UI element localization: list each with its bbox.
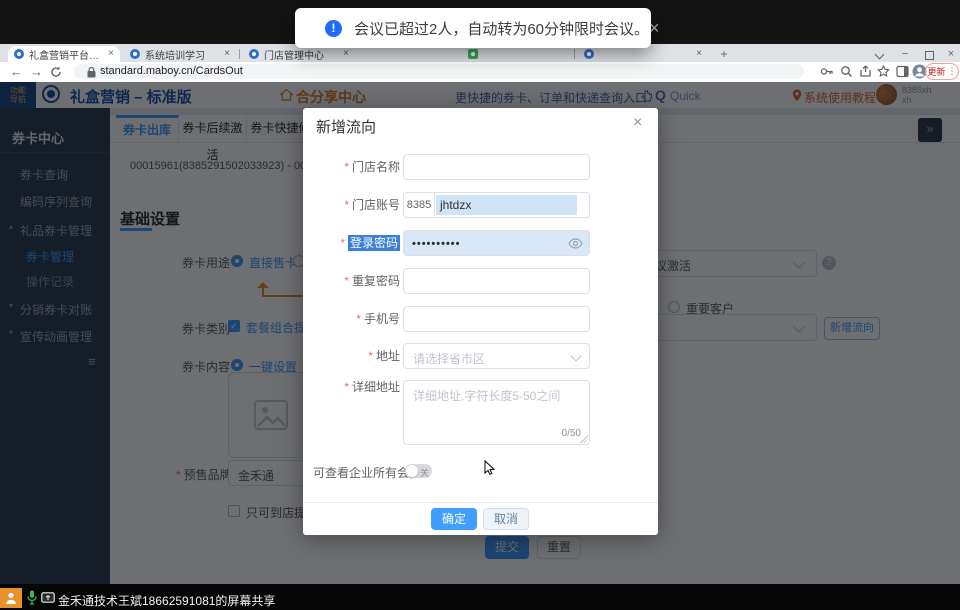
tab-title: 门店管理中心 (264, 47, 337, 62)
required-mark: * (344, 160, 349, 174)
tab-search-chevron-icon[interactable] (875, 50, 885, 60)
person-icon (4, 591, 18, 605)
tab-favicon (468, 49, 478, 59)
password-label: 登录密码 (348, 235, 400, 251)
mouse-cursor (484, 460, 495, 476)
required-mark: * (340, 236, 345, 250)
eye-icon[interactable] (568, 238, 583, 249)
chevron-down-icon (570, 350, 581, 361)
resize-grip[interactable] (580, 435, 588, 443)
update-label: 更新 (927, 65, 945, 78)
required-mark: * (368, 349, 373, 363)
screen: 礼盒营销平台管理中心 × 系统培训学习 × 门店管理中心 × (0, 0, 960, 610)
bookmark-star-icon[interactable] (877, 65, 890, 78)
confirm-button[interactable]: 确定 (431, 508, 477, 530)
toggle-state: 关 (420, 466, 429, 479)
tab-title: 礼盒营销平台管理中心 (29, 47, 102, 62)
url-text[interactable]: standard.maboy.cn/CardsOut (100, 65, 243, 77)
tab-favicon (14, 49, 24, 59)
browser-tab-3[interactable]: 门店管理中心 × (243, 46, 355, 62)
toast-close-icon[interactable]: × (649, 19, 660, 37)
tab-favicon (584, 49, 594, 59)
required-mark: * (344, 380, 349, 394)
store-name-label: 门店名称 (352, 160, 400, 174)
tab-title: 系统培训学习 (145, 47, 218, 62)
side-panel-icon[interactable] (896, 65, 909, 78)
tab-close-icon[interactable]: × (108, 49, 114, 59)
chrome-menu-icon[interactable]: ⋮ (948, 66, 957, 77)
phone-input[interactable] (403, 306, 590, 332)
cancel-button[interactable]: 取消 (483, 508, 529, 530)
presenter-badge (0, 588, 22, 608)
new-tab-button[interactable]: + (718, 48, 730, 60)
modal-title: 新增流向 (316, 116, 376, 137)
browser-tab-2[interactable]: 系统培训学习 × (124, 46, 236, 62)
address-select[interactable]: 请选择省市区 (403, 343, 590, 369)
meeting-toast: ! 会议已超过2人，自动转为60分钟限时会议。 × (295, 8, 651, 48)
required-mark: * (344, 274, 349, 288)
forward-icon[interactable] (30, 64, 43, 79)
lock-icon (87, 67, 96, 78)
detail-address-label: 详细地址 (352, 380, 400, 394)
browser-tab-1[interactable]: 礼盒营销平台管理中心 × (8, 46, 120, 62)
password-key-icon[interactable] (820, 65, 833, 78)
browser-tab-5[interactable]: × (578, 46, 708, 62)
reload-icon[interactable] (50, 66, 62, 78)
window-minimize-button[interactable] (898, 47, 912, 61)
tab-separator (239, 49, 240, 59)
required-mark: * (344, 198, 349, 212)
detail-address-textarea[interactable]: 详细地址,字符长度5-50之间 0/50 (403, 380, 590, 445)
toast-message: 会议已超过2人，自动转为60分钟限时会议。 (354, 18, 649, 39)
browser-window: 礼盒营销平台管理中心 × 系统培训学习 × 门店管理中心 × (0, 44, 960, 584)
window-maximize-button[interactable] (925, 51, 934, 60)
account-prefix: 8385 (404, 193, 435, 217)
browser-urlbar: standard.maboy.cn/CardsOut (0, 62, 960, 83)
screen-share-icon (41, 592, 55, 603)
account-label: 门店账号 (352, 198, 400, 212)
member-toggle-switch[interactable]: 关 (405, 464, 432, 478)
share-icon[interactable] (859, 65, 872, 78)
detail-address-placeholder: 详细地址,字符长度5-50之间 (413, 387, 560, 404)
address-label: 地址 (376, 349, 400, 363)
address-placeholder: 请选择省市区 (413, 350, 485, 367)
account-input[interactable]: 8385 jhtdzx (403, 192, 590, 218)
window-close-button[interactable] (944, 47, 958, 61)
tab-close-icon[interactable]: × (696, 49, 702, 59)
modal-footer: 确定 取消 (303, 502, 658, 536)
toggle-knob (406, 465, 418, 477)
password-input[interactable]: •••••••••• (403, 230, 590, 256)
account-value: jhtdzx (440, 198, 471, 212)
microphone-icon (27, 590, 37, 605)
browser-tab-4[interactable] (462, 46, 572, 62)
required-mark: * (356, 312, 361, 326)
screen-share-text: 金禾通技术王斌18662591081的屏幕共享 (58, 592, 275, 609)
add-flow-modal: 新增流向 × *门店名称 *门店账号 8385 jhtdzx *登录密码 •••… (303, 108, 658, 535)
tab-favicon (249, 49, 259, 59)
info-icon: ! (325, 20, 342, 37)
store-name-input[interactable] (403, 154, 590, 180)
tab-close-icon[interactable]: × (224, 49, 230, 59)
screen-share-bar: 金禾通技术王斌18662591081的屏幕共享 (0, 584, 960, 610)
back-icon[interactable] (10, 64, 23, 79)
repeat-password-input[interactable] (403, 268, 590, 294)
repeat-password-label: 重复密码 (352, 274, 400, 288)
password-dots: •••••••••• (412, 238, 461, 250)
modal-close-icon[interactable]: × (633, 115, 642, 131)
tab-separator (574, 49, 575, 59)
tab-favicon (130, 49, 140, 59)
char-counter: 0/50 (562, 428, 581, 439)
zoom-icon[interactable] (840, 65, 853, 78)
chrome-update-button[interactable]: 更新 ⋮ (925, 63, 959, 80)
phone-label: 手机号 (364, 312, 400, 326)
tab-close-icon[interactable]: × (343, 49, 349, 59)
